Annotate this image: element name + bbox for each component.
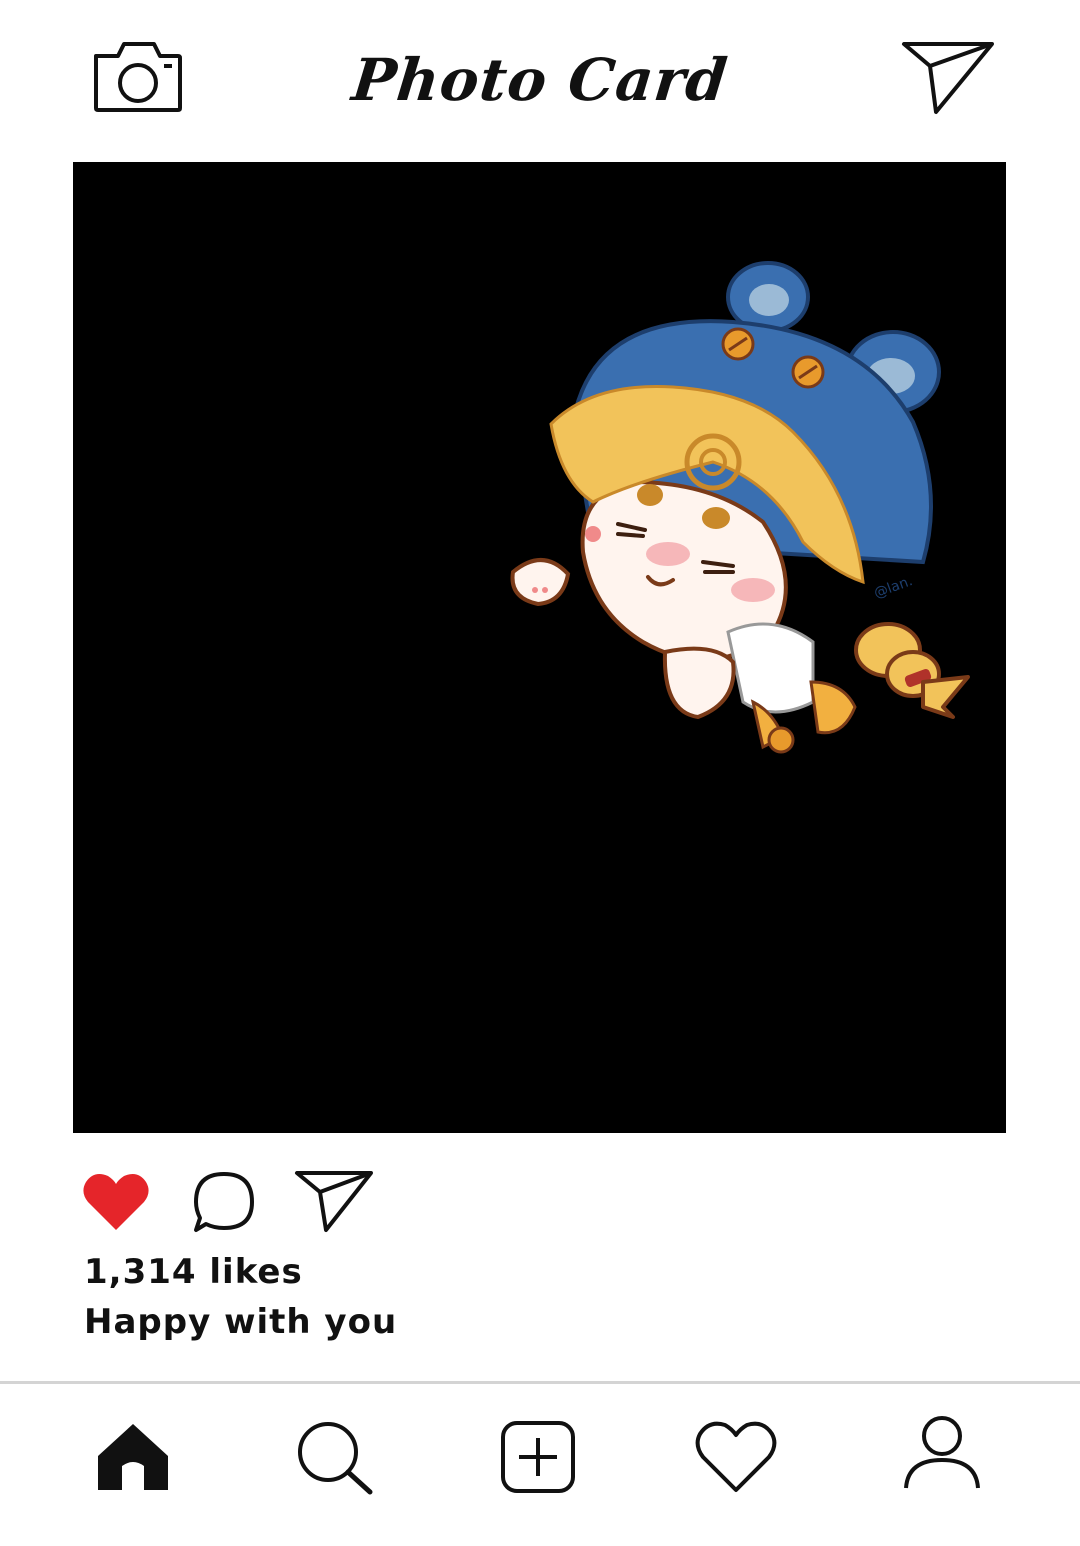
- search-icon[interactable]: [296, 1420, 374, 1496]
- heart-filled-icon[interactable]: [82, 1172, 150, 1232]
- chibi-character-illustration: @lan.: [510, 261, 970, 754]
- camera-icon[interactable]: [92, 38, 184, 114]
- likes-count: 1,314 likes: [84, 1252, 303, 1292]
- post-actions: [0, 1160, 1080, 1240]
- post-caption: Happy with you: [84, 1302, 398, 1342]
- post-photo[interactable]: @lan.: [73, 162, 1006, 1133]
- share-icon[interactable]: [294, 1168, 374, 1234]
- comment-icon[interactable]: [192, 1170, 256, 1234]
- profile-icon[interactable]: [902, 1414, 982, 1494]
- page-title: Photo Card: [348, 46, 732, 114]
- bottom-nav: [0, 1384, 1080, 1546]
- send-icon[interactable]: [900, 38, 996, 116]
- add-post-icon[interactable]: [500, 1420, 576, 1494]
- artist-signature: @lan.: [872, 573, 915, 602]
- home-icon[interactable]: [96, 1422, 170, 1492]
- heart-outline-icon[interactable]: [694, 1420, 778, 1494]
- top-bar: Photo Card: [0, 0, 1080, 160]
- hair-braid: [854, 622, 970, 719]
